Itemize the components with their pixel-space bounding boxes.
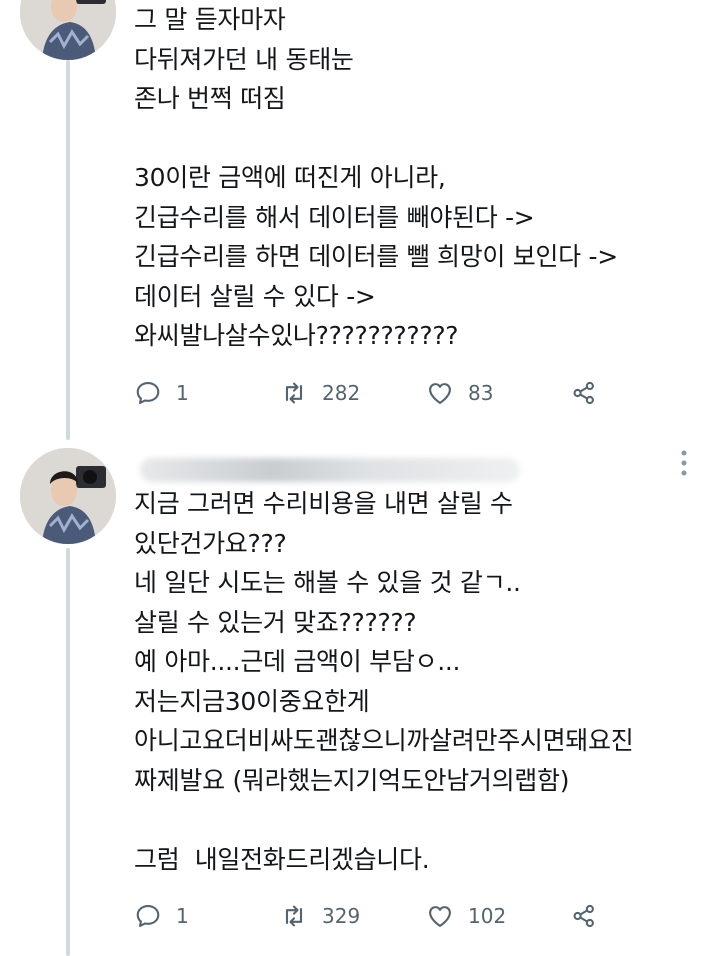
blurred-username xyxy=(140,458,520,482)
reply-button[interactable]: 1 xyxy=(134,896,189,936)
reply-button[interactable]: 1 xyxy=(134,373,189,413)
retweet-count: 282 xyxy=(322,381,361,405)
like-count: 102 xyxy=(468,904,507,928)
like-button[interactable]: 83 xyxy=(426,373,493,413)
heart-icon xyxy=(429,906,451,927)
thread-line-top xyxy=(66,60,70,440)
retweet-arrows-icon xyxy=(285,905,303,927)
tweet-actions: 1 329 102 xyxy=(134,896,654,936)
retweet-arrows-icon xyxy=(285,382,303,404)
heart-icon xyxy=(429,383,451,404)
reply-count: 1 xyxy=(176,904,189,928)
tweet-text: 지금 그러면 수리비용을 내면 살릴 수 있단건가요??? 네 일단 시도는 해… xyxy=(134,489,634,874)
tweet-actions: 1 282 83 xyxy=(134,373,654,413)
vertical-ellipsis-icon[interactable] xyxy=(674,448,694,478)
thread-line-bottom xyxy=(66,548,70,956)
speech-bubble-icon xyxy=(136,382,160,404)
speech-bubble-icon xyxy=(136,905,160,927)
tweet-text: 그 말 듣자마자 다뒤져가던 내 동태눈 존나 번쩍 떠짐 30이란 금액에 떠… xyxy=(134,5,618,350)
share-icon xyxy=(573,904,594,928)
share-button[interactable] xyxy=(570,896,598,936)
avatar[interactable] xyxy=(20,448,116,544)
avatar[interactable] xyxy=(20,0,116,60)
retweet-button[interactable]: 329 xyxy=(280,896,360,936)
retweet-button[interactable]: 282 xyxy=(280,373,360,413)
like-count: 83 xyxy=(468,381,494,405)
share-button[interactable] xyxy=(570,373,598,413)
like-button[interactable]: 102 xyxy=(426,896,506,936)
share-icon xyxy=(573,381,594,405)
retweet-count: 329 xyxy=(322,904,361,928)
reply-count: 1 xyxy=(176,381,189,405)
